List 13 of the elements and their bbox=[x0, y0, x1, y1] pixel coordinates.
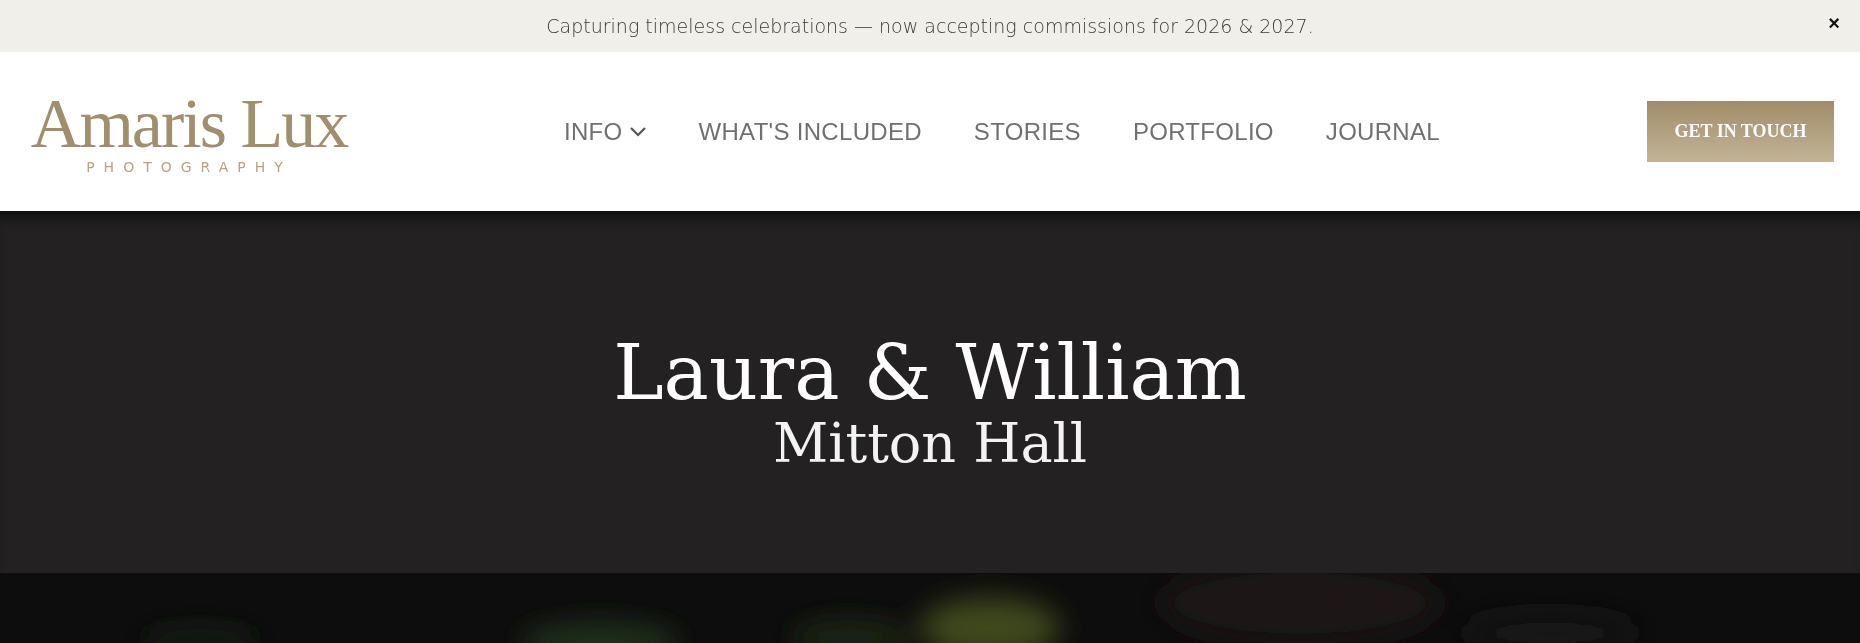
close-button[interactable]: × bbox=[1824, 12, 1844, 35]
hero-title: Laura & William bbox=[613, 330, 1247, 415]
logo-tagline: PHOTOGRAPHY bbox=[86, 158, 292, 175]
logo-wordmark[interactable]: Amaris Lux bbox=[30, 88, 348, 159]
nav-link[interactable]: PORTFOLIO bbox=[1132, 117, 1274, 146]
get-in-touch-button[interactable]: GET IN TOUCH bbox=[1647, 101, 1834, 162]
nav-dropdown[interactable]: INFO bbox=[564, 117, 647, 146]
hero-subtitle: Mitton Hall bbox=[772, 414, 1088, 474]
nav-link[interactable]: WHAT'S INCLUDED bbox=[698, 117, 922, 146]
announcement-text: Capturing timeless celebrations — now accepting commissions for 2026 & 2027. bbox=[546, 15, 1314, 37]
nav-link[interactable]: STORIES bbox=[973, 117, 1081, 146]
nav-link[interactable]: JOURNAL bbox=[1325, 117, 1440, 146]
chevron-down-icon bbox=[628, 125, 647, 138]
